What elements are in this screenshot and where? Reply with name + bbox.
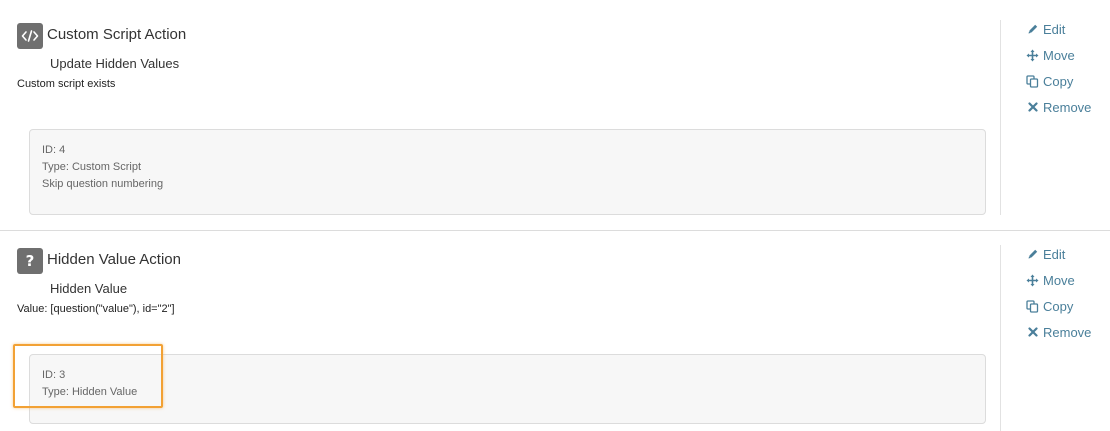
action-info-box: ID: 3 Type: Hidden Value (29, 354, 986, 424)
remove-button[interactable]: Remove (1026, 98, 1091, 116)
action-option: Skip question numbering (42, 178, 164, 190)
edit-label: Edit (1043, 246, 1066, 262)
action-type-title: Hidden Value Action (47, 251, 181, 268)
copy-button[interactable]: Copy (1026, 72, 1073, 90)
column-divider (1000, 20, 1001, 215)
action-id: ID: 4 (42, 144, 66, 156)
move-icon (1026, 274, 1039, 287)
action-block-custom-script: Custom Script Action Update Hidden Value… (0, 0, 1110, 230)
pencil-icon (1026, 23, 1039, 36)
copy-icon (1026, 299, 1039, 313)
move-icon (1026, 49, 1039, 62)
copy-label: Copy (1043, 298, 1074, 314)
copy-icon (1026, 74, 1039, 88)
action-description: Custom script exists (17, 78, 116, 90)
pencil-icon (1026, 248, 1039, 261)
code-icon (17, 23, 43, 49)
action-name: Hidden Value (50, 281, 128, 296)
action-name: Update Hidden Values (50, 56, 180, 71)
action-type-title: Custom Script Action (47, 26, 187, 43)
move-button[interactable]: Move (1026, 271, 1075, 289)
remove-icon (1026, 326, 1039, 339)
edit-label: Edit (1043, 21, 1066, 37)
copy-label: Copy (1043, 73, 1074, 89)
column-divider (1000, 245, 1001, 431)
action-type: Type: Custom Script (42, 161, 142, 173)
edit-button[interactable]: Edit (1026, 245, 1065, 263)
remove-label: Remove (1043, 324, 1092, 340)
move-label: Move (1043, 47, 1075, 63)
remove-icon (1026, 101, 1039, 114)
action-block-hidden-value: ? Hidden Value Action Hidden Value Value… (0, 231, 1110, 431)
move-label: Move (1043, 272, 1075, 288)
action-info-box: ID: 4 Type: Custom Script Skip question … (29, 129, 986, 215)
remove-button[interactable]: Remove (1026, 323, 1091, 341)
copy-button[interactable]: Copy (1026, 297, 1073, 315)
action-description: Value: [question("value"), id="2"] (17, 303, 175, 315)
highlight-callout (13, 344, 163, 408)
remove-label: Remove (1043, 99, 1092, 115)
move-button[interactable]: Move (1026, 46, 1075, 64)
edit-button[interactable]: Edit (1026, 20, 1065, 38)
question-icon: ? (17, 248, 43, 274)
